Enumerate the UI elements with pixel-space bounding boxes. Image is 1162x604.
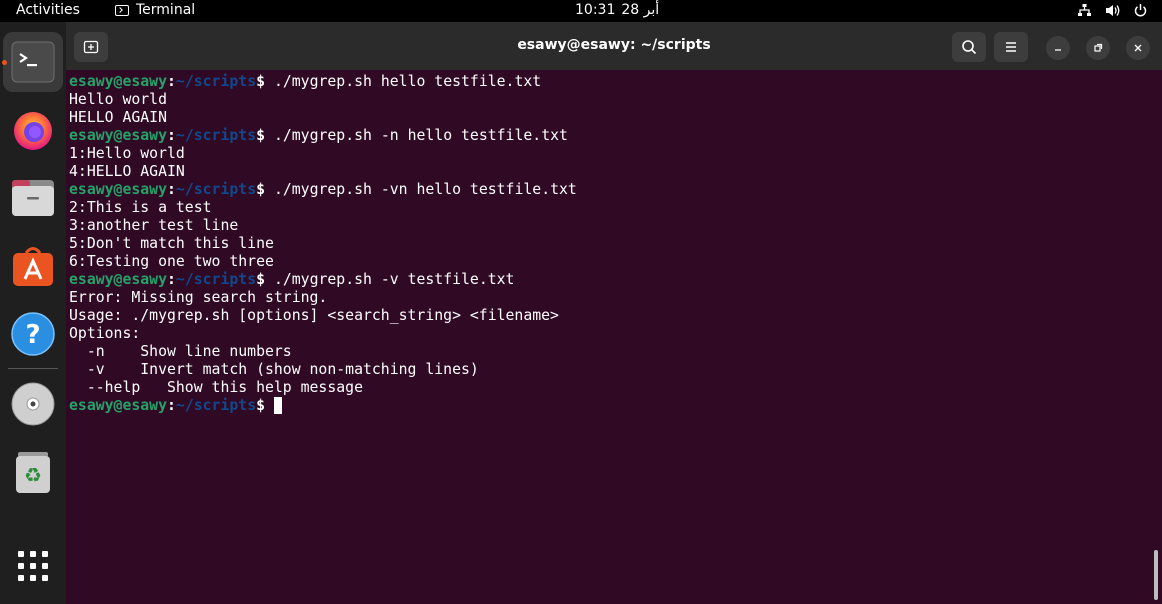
prompt-user: esawy@esawy <box>69 181 167 198</box>
show-apps-icon[interactable] <box>10 543 56 589</box>
clock[interactable]: 10:31 28 أبر <box>575 2 659 18</box>
clock-time: 10:31 <box>575 2 616 18</box>
dock-separator <box>8 368 58 369</box>
prompt-colon: : <box>167 181 176 198</box>
text-cursor <box>273 397 282 414</box>
volume-icon[interactable] <box>1105 3 1120 18</box>
close-icon <box>1134 44 1142 52</box>
prompt-symbol: $ <box>256 271 266 288</box>
prompt-colon: : <box>167 397 176 414</box>
scrollbar[interactable] <box>1154 550 1158 600</box>
output-line: Options: <box>69 325 141 342</box>
prompt-line: esawy@esawy:~/scripts$ ./mygrep.sh -vn h… <box>69 181 577 199</box>
output-line: 4:HELLO AGAIN <box>69 163 185 180</box>
clock-date: 28 أبر <box>621 2 660 18</box>
prompt-user: esawy@esawy <box>69 73 167 90</box>
firefox-icon[interactable] <box>10 107 56 153</box>
output-line: --help Show this help message <box>69 379 363 396</box>
prompt-colon: : <box>167 127 176 144</box>
output-line: -v Invert match (show non-matching lines… <box>69 361 479 378</box>
prompt-symbol: $ <box>256 127 266 144</box>
svg-text:?: ? <box>25 320 40 350</box>
activities-button[interactable]: Activities <box>16 2 80 18</box>
command-text: ./mygrep.sh -n hello testfile.txt <box>265 127 568 144</box>
app-menu-label: Terminal <box>136 2 196 18</box>
output-line: 3:another test line <box>69 217 239 234</box>
network-icon[interactable] <box>1077 3 1092 18</box>
terminal-icon[interactable] <box>10 39 56 85</box>
prompt-path: ~/scripts <box>175 73 257 90</box>
terminal-output: esawy@esawy:~/scripts$ ./mygrep.sh hello… <box>69 73 577 415</box>
prompt-line: esawy@esawy:~/scripts$ ./mygrep.sh -n he… <box>69 127 577 145</box>
output-line: 1:Hello world <box>69 145 185 162</box>
prompt-user: esawy@esawy <box>69 127 167 144</box>
dock: ? ♻ <box>0 22 66 604</box>
search-button[interactable] <box>952 32 986 62</box>
help-icon[interactable]: ? <box>10 311 56 357</box>
running-indicator <box>2 60 7 65</box>
prompt-user: esawy@esawy <box>69 271 167 288</box>
search-icon <box>962 40 977 55</box>
maximize-button[interactable] <box>1086 36 1110 60</box>
prompt-user: esawy@esawy <box>69 397 167 414</box>
output-line: 6:Testing one two three <box>69 253 274 270</box>
terminal-area[interactable]: esawy@esawy:~/scripts$ ./mygrep.sh hello… <box>66 70 1162 604</box>
prompt-path: ~/scripts <box>175 181 257 198</box>
close-button[interactable] <box>1126 36 1150 60</box>
output-line: HELLO AGAIN <box>69 109 167 126</box>
minimize-button[interactable] <box>1046 36 1070 60</box>
output-line: Usage: ./mygrep.sh [options] <search_str… <box>69 307 559 324</box>
power-icon[interactable] <box>1133 3 1148 18</box>
svg-text:♻: ♻ <box>24 463 42 487</box>
app-center-icon[interactable] <box>10 243 56 289</box>
prompt-path: ~/scripts <box>175 271 257 288</box>
command-text: ./mygrep.sh -vn hello testfile.txt <box>265 181 577 198</box>
output-line: -n Show line numbers <box>69 343 292 360</box>
command-text <box>265 397 274 414</box>
app-menu[interactable]: Terminal <box>115 2 195 18</box>
command-text: ./mygrep.sh -v testfile.txt <box>265 271 515 288</box>
output-line: 2:This is a test <box>69 199 212 216</box>
window-header: esawy@esawy: ~/scripts <box>66 22 1162 70</box>
files-icon[interactable] <box>10 175 56 221</box>
trash-icon[interactable]: ♻ <box>10 449 56 495</box>
minimize-icon <box>1055 49 1061 51</box>
menu-button[interactable] <box>994 32 1028 62</box>
dvd-drive-icon[interactable] <box>10 381 56 427</box>
output-line: Hello world <box>69 91 167 108</box>
system-tray[interactable] <box>1077 3 1148 18</box>
prompt-path: ~/scripts <box>175 127 257 144</box>
prompt-symbol: $ <box>256 73 266 90</box>
prompt-line: esawy@esawy:~/scripts$ ./mygrep.sh -v te… <box>69 271 577 289</box>
output-line: Error: Missing search string. <box>69 289 328 306</box>
prompt-line: esawy@esawy:~/scripts$ ./mygrep.sh hello… <box>69 73 577 91</box>
command-text: ./mygrep.sh hello testfile.txt <box>265 73 542 90</box>
terminal-small-icon <box>115 4 129 16</box>
prompt-symbol: $ <box>256 397 266 414</box>
prompt-path: ~/scripts <box>175 397 257 414</box>
output-line: 5:Don't match this line <box>69 235 274 252</box>
prompt-colon: : <box>167 271 176 288</box>
prompt-colon: : <box>167 73 176 90</box>
restore-icon <box>1094 43 1103 52</box>
top-bar: Activities Terminal 10:31 28 أبر <box>0 0 1162 22</box>
hamburger-menu-icon <box>1006 42 1016 52</box>
prompt-symbol: $ <box>256 181 266 198</box>
prompt-line: esawy@esawy:~/scripts$ <box>69 397 577 415</box>
